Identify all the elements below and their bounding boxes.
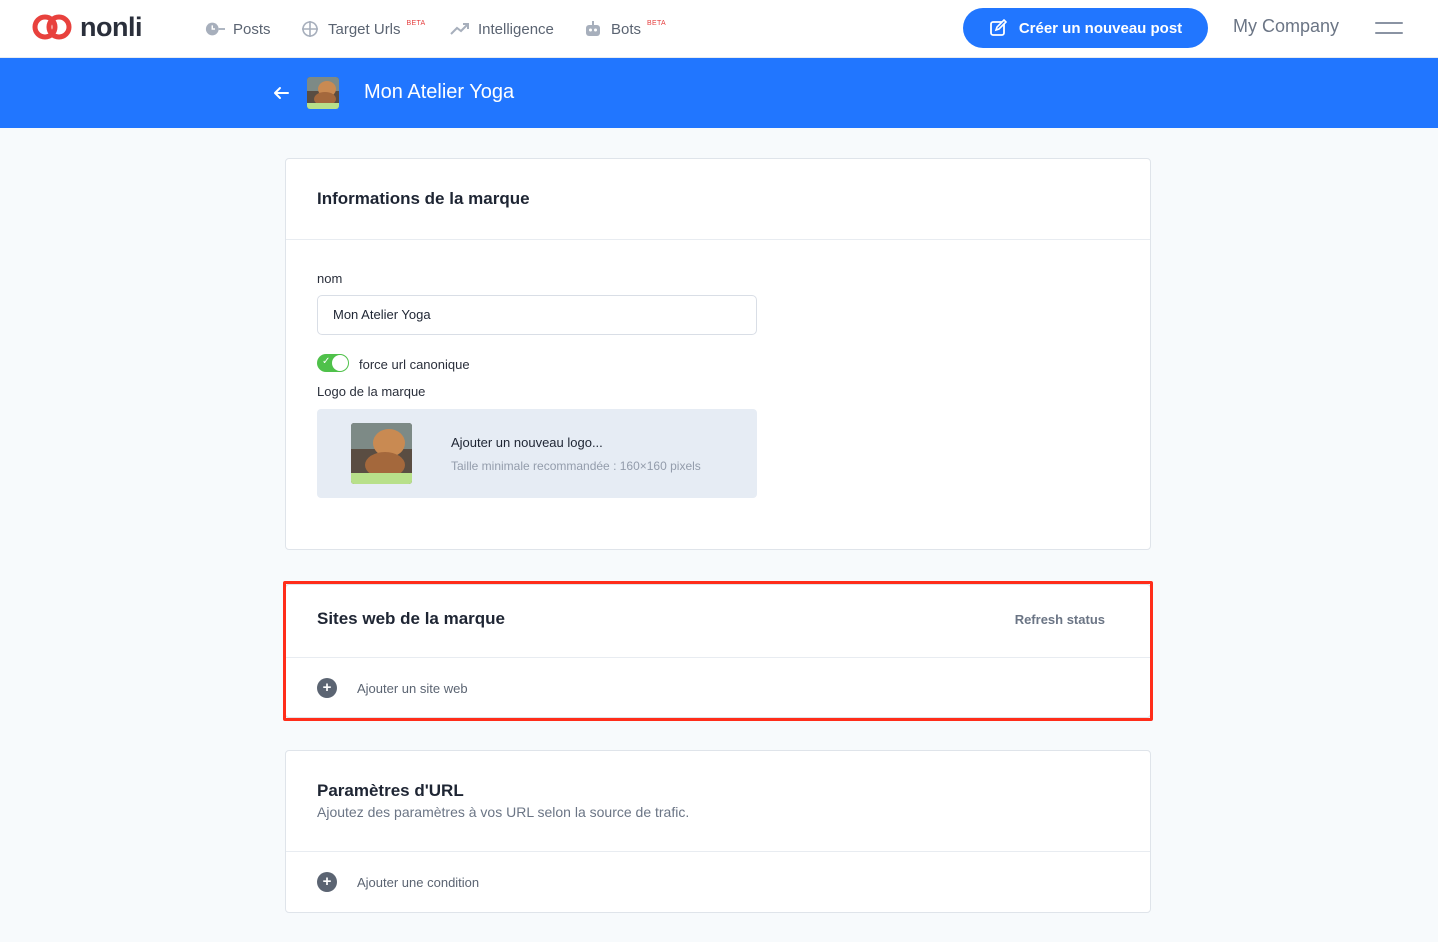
divider [286, 851, 1150, 852]
edit-icon [989, 19, 1007, 37]
nav-posts[interactable]: Posts [205, 18, 271, 40]
logo-text: nonli [80, 12, 142, 42]
websites-title: Sites web de la marque [317, 609, 506, 628]
upload-title: Ajouter un nouveau logo... [451, 435, 603, 450]
beta-badge: BETA [406, 19, 426, 27]
menu-icon[interactable] [1375, 20, 1403, 36]
add-website-button[interactable]: + Ajouter un site web [317, 678, 468, 698]
logo-preview [351, 423, 412, 484]
add-condition-button[interactable]: + Ajouter une condition [317, 872, 479, 892]
brand-header: Mon Atelier Yoga [0, 58, 1438, 128]
plus-icon: + [317, 872, 337, 892]
crosshair-icon [300, 19, 320, 39]
back-arrow-icon[interactable] [272, 84, 290, 102]
add-website-label: Ajouter un site web [357, 680, 468, 696]
robot-icon [583, 19, 603, 39]
create-post-button[interactable]: Créer un nouveau post [963, 8, 1208, 48]
brand-info-title: Informations de la marque [317, 189, 530, 208]
upload-hint: Taille minimale recommandée : 160×160 pi… [451, 459, 701, 473]
logo-upload-area[interactable]: Ajouter un nouveau logo... Taille minima… [317, 409, 757, 498]
trend-icon [450, 19, 470, 39]
websites-card: Sites web de la marque Refresh status + … [285, 584, 1151, 718]
divider [286, 239, 1150, 240]
brand-avatar [307, 77, 339, 109]
url-params-title: Paramètres d'URL [317, 781, 464, 800]
beta-badge: BETA [647, 19, 666, 27]
company-switcher[interactable]: My Company [1233, 16, 1339, 37]
yoga-photo-icon [351, 423, 412, 484]
logo-icon [32, 14, 72, 40]
canonical-url-toggle[interactable]: ✓ [317, 354, 349, 372]
menu-line [1375, 32, 1403, 34]
nav-bots-label: Bots [611, 20, 642, 38]
add-condition-label: Ajouter une condition [357, 874, 480, 890]
brand-name-field[interactable]: Mon Atelier Yoga [317, 295, 757, 335]
logo-label: Logo de la marque [317, 384, 426, 399]
canonical-url-label: force url canonique [359, 357, 470, 372]
brand-info-card: Informations de la marque nom Mon Atelie… [285, 158, 1151, 550]
url-params-card: Paramètres d'URL Ajoutez des paramètres … [285, 750, 1151, 913]
refresh-status-button[interactable]: Refresh status [1015, 612, 1105, 627]
nav-bots[interactable]: Bots BETA [583, 18, 666, 40]
plus-icon: + [317, 678, 337, 698]
nonli-logo[interactable]: nonli [32, 12, 142, 42]
url-params-subtitle: Ajoutez des paramètres à vos URL selon l… [317, 804, 690, 820]
name-label: nom [317, 271, 343, 286]
create-post-label: Créer un nouveau post [1018, 19, 1183, 37]
nav-target-urls-label: Target Urls [328, 20, 401, 38]
top-navbar: nonli Posts Target Urls BETA Intelligenc… [0, 0, 1438, 58]
divider [286, 657, 1150, 658]
nav-posts-label: Posts [233, 20, 271, 38]
nav-intelligence-label: Intelligence [478, 20, 554, 38]
menu-line [1375, 22, 1403, 24]
check-icon: ✓ [322, 356, 331, 367]
clock-icon [205, 19, 225, 39]
toggle-knob [332, 355, 348, 371]
yoga-photo-icon [307, 77, 339, 109]
brand-title: Mon Atelier Yoga [364, 81, 515, 103]
nav-intelligence[interactable]: Intelligence [450, 18, 554, 40]
nav-target-urls[interactable]: Target Urls BETA [300, 18, 426, 40]
